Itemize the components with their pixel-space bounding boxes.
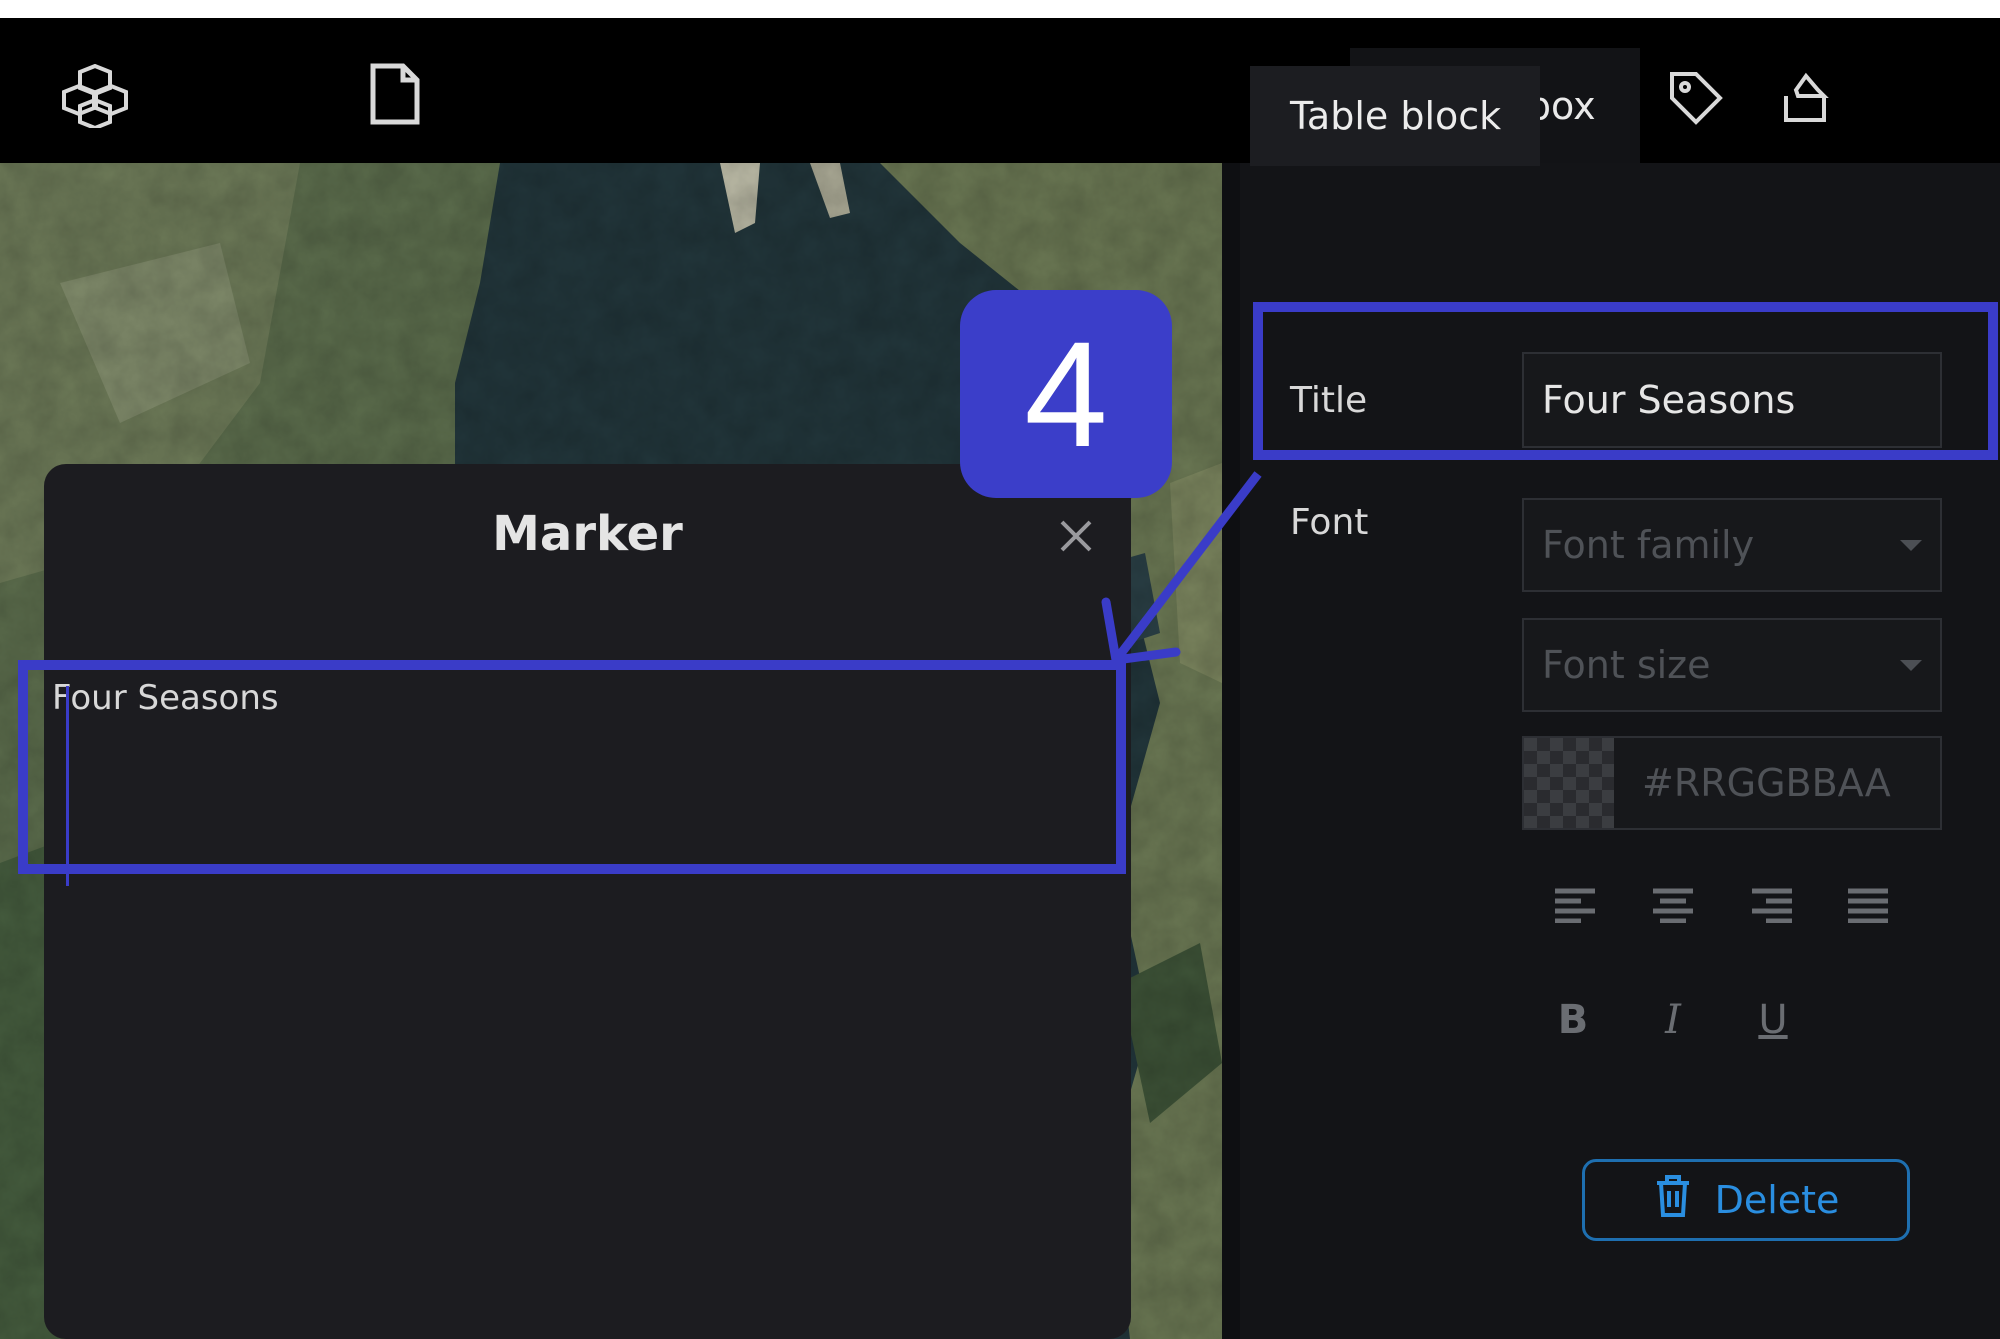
panel-divider bbox=[1222, 163, 1240, 1339]
tag-icon[interactable] bbox=[1660, 58, 1732, 138]
table-block-tab-label: Table block bbox=[1290, 94, 1502, 138]
italic-button[interactable]: I bbox=[1643, 990, 1703, 1050]
top-toolbar: Infobox bbox=[0, 18, 2000, 163]
font-family-select[interactable]: Font family bbox=[1522, 498, 1942, 592]
align-justify-button[interactable] bbox=[1838, 875, 1898, 935]
font-label: Font bbox=[1290, 502, 1369, 543]
close-icon[interactable] bbox=[1054, 514, 1098, 558]
app-window: Infobox bbox=[0, 18, 2000, 1339]
export-icon[interactable] bbox=[1768, 58, 1840, 138]
document-icon[interactable] bbox=[360, 54, 430, 134]
trash-icon bbox=[1653, 1173, 1693, 1228]
align-center-icon bbox=[1653, 888, 1693, 923]
color-placeholder: #RRGGBBAA bbox=[1642, 761, 1891, 805]
table-block-tab[interactable]: Table block bbox=[1250, 66, 1540, 166]
marker-title: Marker bbox=[492, 506, 683, 562]
bold-button[interactable]: B bbox=[1543, 990, 1603, 1050]
step-badge: 4 bbox=[960, 290, 1172, 498]
font-size-placeholder: Font size bbox=[1542, 643, 1711, 687]
highlight-title-field bbox=[1253, 302, 1998, 460]
align-center-button[interactable] bbox=[1643, 875, 1703, 935]
marker-dialog: Marker bbox=[44, 464, 1131, 1339]
highlight-marker-text bbox=[18, 660, 1126, 874]
delete-button[interactable]: Delete bbox=[1582, 1159, 1910, 1241]
align-left-button[interactable] bbox=[1545, 875, 1605, 935]
font-family-placeholder: Font family bbox=[1542, 523, 1755, 567]
color-swatch[interactable] bbox=[1524, 738, 1614, 828]
align-right-icon bbox=[1752, 888, 1792, 923]
align-right-button[interactable] bbox=[1742, 875, 1802, 935]
chevron-down-icon bbox=[1900, 660, 1922, 671]
font-size-select[interactable]: Font size bbox=[1522, 618, 1942, 712]
underline-button[interactable]: U bbox=[1743, 990, 1803, 1050]
cubes-icon[interactable] bbox=[55, 56, 135, 136]
delete-label: Delete bbox=[1714, 1178, 1840, 1222]
align-justify-icon bbox=[1848, 888, 1888, 923]
color-input[interactable]: #RRGGBBAA bbox=[1522, 736, 1942, 830]
align-left-icon bbox=[1555, 888, 1595, 923]
chevron-down-icon bbox=[1900, 540, 1922, 551]
